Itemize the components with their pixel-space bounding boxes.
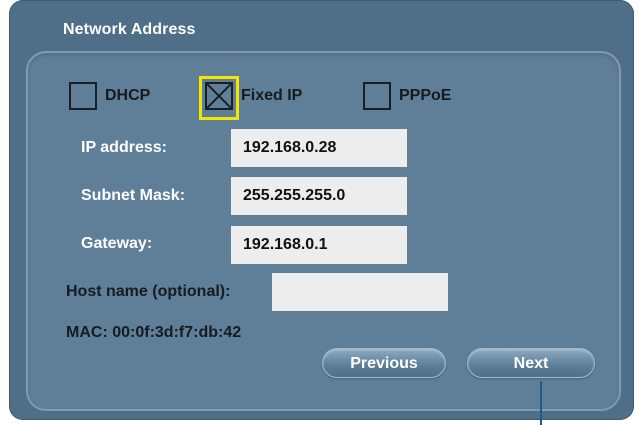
pppoe-checkbox[interactable] — [363, 82, 391, 110]
dhcp-label: DHCP — [105, 87, 151, 104]
previous-button[interactable]: Previous — [322, 348, 446, 378]
ip-address-label: IP address: — [81, 139, 167, 156]
host-name-field[interactable] — [272, 273, 448, 311]
dhcp-option[interactable]: DHCP — [69, 82, 150, 110]
host-name-label: Host name (optional): — [66, 283, 231, 300]
subnet-mask-field[interactable]: 255.255.255.0 — [231, 177, 407, 215]
gateway-label: Gateway: — [81, 235, 153, 252]
pppoe-option[interactable]: PPPoE — [363, 82, 451, 110]
fixed-ip-checkbox[interactable] — [205, 82, 233, 110]
next-pointer-line — [540, 381, 542, 425]
ip-address-field[interactable]: 192.168.0.28 — [231, 129, 407, 167]
mac-address: MAC: 00:0f:3d:f7:db:42 — [66, 324, 242, 341]
subnet-mask-label: Subnet Mask: — [81, 187, 186, 204]
fixed-ip-label: Fixed IP — [241, 87, 303, 104]
fixed-ip-option[interactable]: Fixed IP — [205, 82, 302, 110]
dialog-title: Network Address — [63, 21, 196, 38]
pppoe-label: PPPoE — [399, 87, 452, 104]
next-button[interactable]: Next — [467, 348, 595, 378]
dhcp-checkbox[interactable] — [69, 82, 97, 110]
gateway-field[interactable]: 192.168.0.1 — [231, 226, 407, 264]
